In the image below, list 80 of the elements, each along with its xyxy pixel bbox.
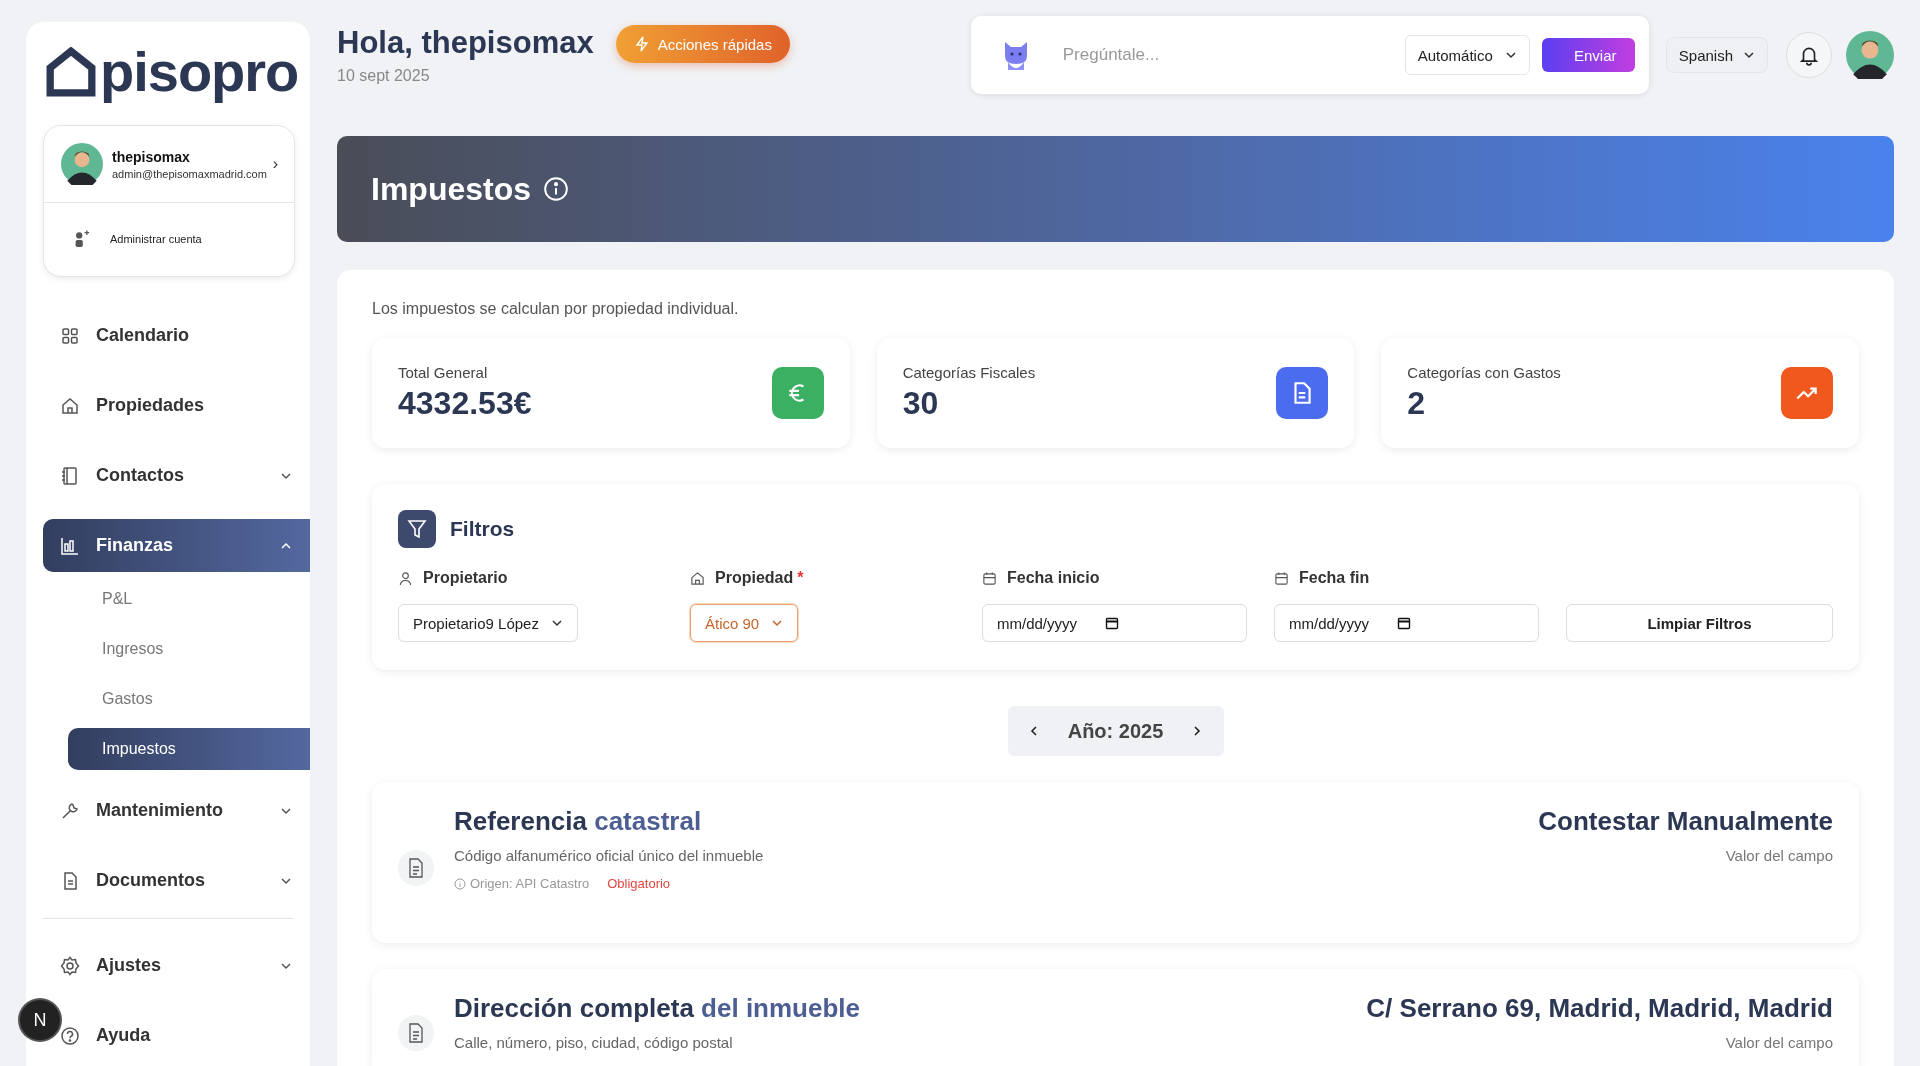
date-text: 10 sept 2025: [337, 67, 431, 85]
house-logo-icon: [46, 47, 96, 97]
field-label: Fecha inicio: [1007, 569, 1100, 587]
field-label: Propiedad: [715, 569, 794, 587]
info-icon[interactable]: [543, 176, 570, 202]
wrench-icon: [60, 800, 80, 821]
nav-item[interactable]: Propiedades: [60, 379, 310, 432]
value-caption: Valor del campo: [1725, 1034, 1833, 1051]
field-label: Propietario: [423, 569, 508, 587]
help-icon: [60, 1025, 80, 1046]
nav-item[interactable]: Documentos: [60, 854, 310, 907]
chevron-down-icon: [1504, 49, 1517, 61]
required-tag: Obligatorio: [607, 876, 671, 891]
filter-icon: [398, 510, 436, 548]
stat-value: 30: [902, 385, 940, 422]
lightning-icon: [633, 36, 650, 52]
document-icon: [398, 1015, 434, 1051]
intro-text: Los impuestos se calculan por propiedad individual.: [372, 300, 740, 318]
date-field[interactable]: mm/dd/yyyy: [1274, 604, 1539, 642]
nav-subitem[interactable]: Gastos: [68, 678, 310, 720]
select-field[interactable]: Ático 90: [690, 604, 799, 642]
nav-item[interactable]: Finanzas: [43, 519, 310, 572]
field-title: Referencia catastral: [454, 806, 703, 837]
notifications-button[interactable]: [1786, 32, 1832, 78]
calendar-icon: [1105, 616, 1119, 630]
mode-select[interactable]: Automático: [1404, 35, 1530, 75]
document-icon: [398, 850, 434, 886]
nav-item[interactable]: Ayuda: [60, 1009, 310, 1062]
manage-account-link[interactable]: Administrar cuenta: [110, 233, 202, 245]
field-description: Código alfanumérico oficial único del inmueble: [454, 847, 765, 864]
account-name: thepisomax: [112, 148, 191, 165]
nav-item[interactable]: Ajustes: [60, 939, 310, 992]
field-value: C/ Serrano 69, Madrid, Madrid, Madrid: [1366, 993, 1833, 1024]
page-title: Impuestos: [371, 170, 532, 208]
account-email: admin@thepisomaxmadrid.com: [112, 167, 267, 180]
field-value: Contestar Manualmente: [1538, 806, 1833, 837]
chevron-down-icon: [550, 617, 563, 629]
required-mark: *: [797, 569, 804, 587]
send-button[interactable]: Enviar: [1541, 38, 1635, 72]
n-badge[interactable]: N: [20, 1000, 60, 1040]
nav-subitem[interactable]: P&L: [68, 578, 310, 620]
date-field[interactable]: mm/dd/yyyy: [982, 604, 1247, 642]
settings-icon: [60, 955, 80, 976]
year-label: Año: 2025: [1067, 719, 1164, 743]
nav-subitem[interactable]: Impuestos: [68, 728, 310, 770]
nav-item[interactable]: Mantenimiento: [60, 784, 310, 837]
info-icon: [454, 877, 466, 890]
calendar-icon: [982, 570, 997, 586]
calendar-icon: [1397, 616, 1411, 630]
ask-input[interactable]: Pregúntale...: [1060, 44, 1405, 66]
field-title: Dirección completa del inmueble: [454, 993, 861, 1024]
language-select[interactable]: Spanish: [1665, 37, 1768, 73]
chart-icon: [60, 535, 80, 556]
chevron-down-icon: [771, 617, 784, 629]
origin-text: Origen: API Catastro: [470, 876, 590, 891]
home-icon: [60, 395, 80, 416]
person-icon: [398, 570, 413, 586]
chevron-down-icon: [1743, 49, 1755, 61]
calendar-icon: [1274, 570, 1289, 586]
stat-value: 2: [1407, 385, 1427, 422]
stat-label: Total General: [398, 364, 489, 381]
filters-title: Filtros: [450, 517, 515, 541]
greeting-title: Hola, thepisomax: [337, 25, 594, 61]
nav-item[interactable]: Calendario: [60, 309, 310, 362]
nav-item[interactable]: Contactos: [60, 449, 310, 502]
chevron-right-icon[interactable]: ›: [272, 155, 279, 173]
avatar[interactable]: [1846, 31, 1894, 79]
book-icon: [60, 465, 80, 486]
value-caption: Valor del campo: [1725, 847, 1833, 864]
avatar[interactable]: [61, 143, 103, 185]
select-field[interactable]: Propietario9 López: [398, 604, 578, 642]
house-icon: [690, 570, 705, 586]
stat-label: Categorías con Gastos: [1407, 364, 1562, 381]
field-label: Fecha fin: [1299, 569, 1370, 587]
clear-filters-button[interactable]: Limpiar Filtros: [1566, 604, 1833, 642]
stat-value: 4332.53€: [398, 385, 533, 422]
stat-label: Categorías Fiscales: [902, 364, 1037, 381]
nav-subitem[interactable]: Ingresos: [68, 628, 310, 670]
grid-icon: [60, 325, 80, 346]
field-description: Calle, número, piso, ciudad, código postal: [454, 1034, 734, 1051]
